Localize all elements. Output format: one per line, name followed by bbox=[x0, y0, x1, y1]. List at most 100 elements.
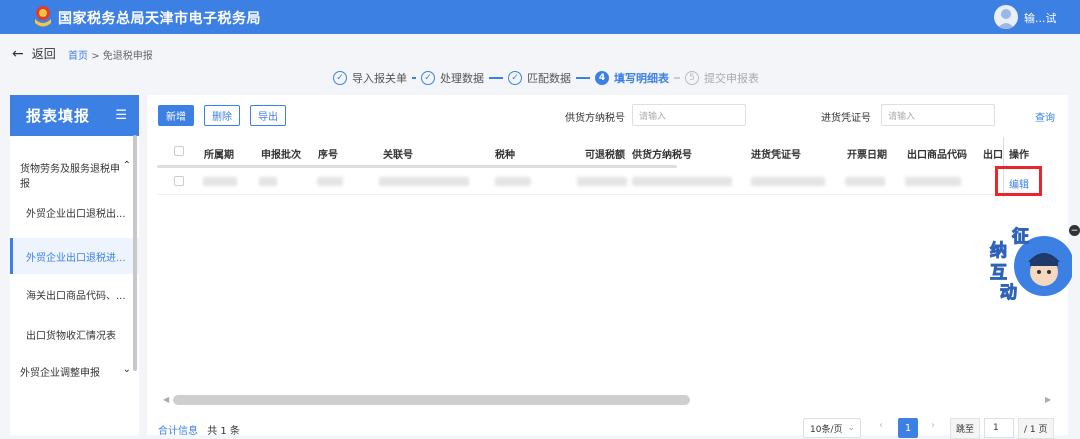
check-icon: ✓ bbox=[508, 71, 522, 85]
page-size-value: 10条/页 bbox=[810, 424, 843, 435]
minus-circle-icon[interactable]: − bbox=[1069, 225, 1080, 236]
step-submit: 5 提交申报表 bbox=[685, 70, 759, 86]
row-checkbox[interactable] bbox=[174, 176, 184, 186]
sidebar: 报表填报 ☰ 货物劳务及服务退税申报 ⌃ 外贸企业出口退税出... 外贸企业出口… bbox=[10, 95, 139, 435]
step-connector bbox=[576, 77, 590, 79]
redacted-cell bbox=[632, 177, 732, 186]
sidebar-item-customs-code[interactable]: 海关出口商品代码、... bbox=[10, 276, 139, 312]
total-count: 共 1 条 bbox=[207, 426, 240, 437]
step-process: ✓ 处理数据 bbox=[421, 70, 484, 86]
sidebar-group-adjust[interactable]: 外贸企业调整申报 ⌄ bbox=[10, 364, 139, 379]
step-connector bbox=[489, 77, 503, 79]
redacted-cell bbox=[259, 177, 277, 186]
redacted-cell bbox=[577, 177, 627, 186]
step-number: 5 bbox=[685, 71, 699, 85]
col-tax-type: 税种 bbox=[495, 150, 515, 161]
edit-button[interactable]: 编辑 bbox=[1009, 176, 1029, 191]
step-import: ✓ 导入报关单 bbox=[333, 70, 407, 86]
step-label: 提交申报表 bbox=[704, 72, 759, 85]
step-label: 导入报关单 bbox=[352, 72, 407, 85]
prev-page-icon[interactable]: ‹ bbox=[879, 420, 883, 431]
sidebar-group-label: 外贸企业调整申报 bbox=[20, 368, 100, 379]
sidebar-group-goods-refund[interactable]: 货物劳务及服务退税申报 ⌃ bbox=[10, 160, 139, 190]
jump-input[interactable]: 1 bbox=[984, 418, 1015, 438]
back-label: 返回 bbox=[31, 47, 56, 61]
step-match: ✓ 匹配数据 bbox=[508, 70, 571, 86]
breadcrumb-current: 免退税申报 bbox=[102, 51, 153, 62]
page-size-select[interactable]: 10条/页 ⌄ bbox=[803, 418, 861, 438]
sidebar-item-export-refund-in[interactable]: 外贸企业出口退税进... bbox=[10, 238, 139, 274]
col-seq: 序号 bbox=[318, 150, 338, 161]
sidebar-scrollbar[interactable] bbox=[133, 135, 137, 371]
redacted-cell bbox=[379, 177, 469, 186]
redacted-cell bbox=[495, 177, 531, 186]
query-button[interactable]: 查询 bbox=[1035, 109, 1055, 124]
top-bar: 国家税务总局天津市电子税务局 输...试 bbox=[0, 0, 1080, 34]
scroll-right-icon[interactable]: ▶ bbox=[1045, 395, 1051, 404]
tax-emblem-icon bbox=[35, 6, 51, 27]
sidebar-item-forex-receipt[interactable]: 出口货物收汇情况表 bbox=[10, 316, 139, 352]
arrow-left-icon: ← bbox=[12, 45, 24, 62]
step-number: 4 bbox=[595, 71, 609, 85]
step-connector bbox=[674, 77, 680, 79]
sidebar-header: 报表填报 ☰ bbox=[10, 95, 139, 136]
step-label: 填写明细表 bbox=[614, 72, 669, 85]
step-label: 处理数据 bbox=[440, 72, 484, 85]
col-period: 所属期 bbox=[204, 150, 234, 161]
redacted-cell bbox=[751, 177, 825, 186]
step-label: 匹配数据 bbox=[527, 72, 571, 85]
voucher-input[interactable]: 请输入 bbox=[881, 104, 995, 126]
page-current[interactable]: 1 bbox=[898, 418, 918, 438]
redacted-cell bbox=[845, 177, 885, 186]
step-connector bbox=[412, 77, 416, 79]
step-fill-detail: 4 填写明细表 bbox=[595, 70, 669, 86]
redacted-cell bbox=[317, 177, 343, 186]
col-action: 操作 bbox=[1009, 150, 1029, 161]
sidebar-group-label: 货物劳务及服务退税申报 bbox=[20, 164, 120, 190]
check-icon: ✓ bbox=[421, 71, 435, 85]
user-icon bbox=[997, 9, 1015, 29]
breadcrumb-home[interactable]: 首页 bbox=[68, 51, 88, 62]
supplier-tax-input[interactable]: 请输入 bbox=[632, 104, 746, 126]
breadcrumb: 首页 > 免退税申报 bbox=[68, 47, 153, 62]
mascot-char: 征 bbox=[1012, 227, 1030, 248]
main-panel: 新增 删除 导出 供货方纳税号 请输入 进货凭证号 请输入 查询 所属期 申报批… bbox=[147, 95, 1068, 435]
add-button[interactable]: 新增 bbox=[158, 105, 194, 126]
redacted-cell bbox=[905, 177, 961, 186]
horizontal-scrollbar[interactable] bbox=[173, 395, 690, 405]
interaction-mascot[interactable]: 征 纳 互 动 bbox=[982, 222, 1074, 306]
mascot-char: 动 bbox=[1000, 283, 1018, 304]
col-refund-amount: 可退税额 bbox=[585, 150, 625, 161]
col-supplier-tax: 供货方纳税号 bbox=[632, 150, 692, 161]
menu-collapse-icon[interactable]: ☰ bbox=[115, 108, 127, 123]
select-all-checkbox[interactable] bbox=[174, 146, 184, 156]
step-indicator: ✓ 导入报关单 ✓ 处理数据 ✓ 匹配数据 4 填写明细表 5 提交申报表 bbox=[333, 70, 759, 86]
jump-label: 跳至 bbox=[950, 417, 981, 439]
chevron-up-icon: ⌃ bbox=[122, 160, 131, 171]
voucher-label: 进货凭证号 bbox=[821, 113, 871, 124]
delete-button[interactable]: 删除 bbox=[204, 105, 240, 126]
redacted-cell bbox=[203, 177, 237, 186]
next-page-icon[interactable]: › bbox=[931, 420, 935, 431]
user-name[interactable]: 输...试 bbox=[1024, 10, 1057, 26]
breadcrumb-separator: > bbox=[91, 51, 100, 62]
user-avatar[interactable] bbox=[994, 5, 1018, 29]
chevron-down-icon: ⌄ bbox=[847, 423, 855, 433]
col-voucher: 进货凭证号 bbox=[751, 150, 801, 161]
col-batch: 申报批次 bbox=[261, 150, 301, 161]
table-row bbox=[157, 167, 1047, 195]
back-button[interactable]: ← 返回 bbox=[12, 45, 56, 62]
check-icon: ✓ bbox=[333, 71, 347, 85]
col-invoice-date: 开票日期 bbox=[847, 150, 887, 161]
total-pages: / 1 页 bbox=[1018, 417, 1054, 439]
sidebar-item-export-refund-out[interactable]: 外贸企业出口退税出... bbox=[10, 194, 139, 230]
table-header: 所属期 申报批次 序号 关联号 税种 可退税额 供货方纳税号 进货凭证号 开票日… bbox=[157, 137, 1047, 165]
chevron-down-icon: ⌄ bbox=[122, 364, 131, 375]
export-button[interactable]: 导出 bbox=[250, 105, 286, 126]
supplier-tax-label: 供货方纳税号 bbox=[565, 113, 625, 124]
col-export-code: 出口商品代码 bbox=[907, 150, 967, 161]
col-export: 出口 bbox=[983, 150, 1003, 161]
scroll-left-icon[interactable]: ◀ bbox=[163, 395, 169, 404]
sidebar-title: 报表填报 bbox=[26, 107, 91, 125]
summary-link[interactable]: 合计信息 bbox=[158, 426, 198, 437]
